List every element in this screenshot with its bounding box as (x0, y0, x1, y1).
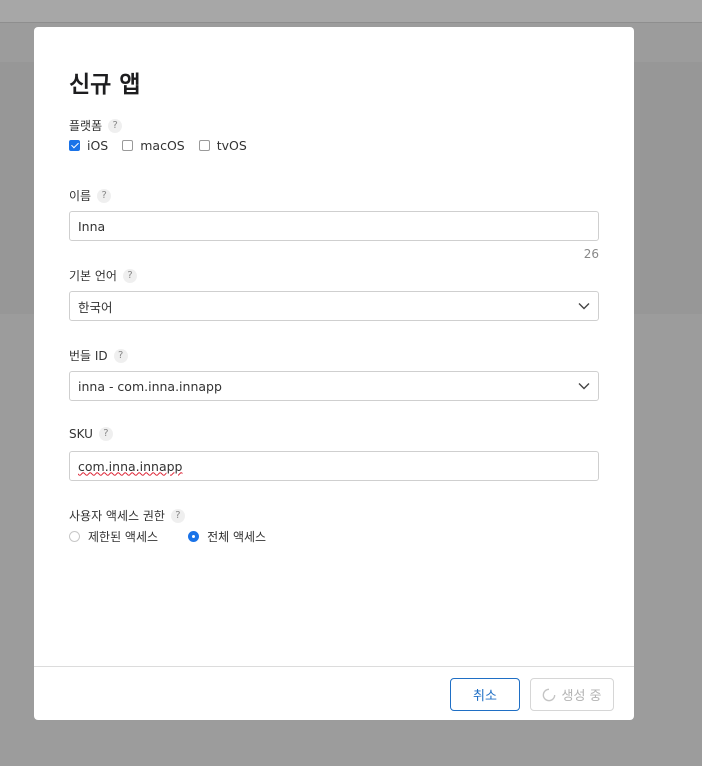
ios-checkbox[interactable] (69, 140, 80, 151)
spinner-icon (543, 688, 556, 701)
access-radio-group: 제한된 액세스 전체 액세스 (69, 528, 296, 545)
cancel-button[interactable]: 취소 (450, 678, 520, 711)
bundle-help-icon[interactable]: ? (113, 348, 128, 363)
access-help-icon[interactable]: ? (170, 508, 185, 523)
bundle-label: 번들 ID (69, 349, 108, 363)
language-select[interactable]: 한국어 (69, 291, 599, 321)
new-app-dialog: 신규 앱 플랫폼 ? iOS macOS tvOS 이름 ? 26 기본 언어 … (34, 27, 634, 720)
platform-help-icon[interactable]: ? (108, 118, 123, 133)
background-toolbar (0, 0, 702, 23)
platform-option-macos[interactable]: macOS (122, 138, 185, 153)
macos-label: macOS (140, 138, 185, 153)
name-label: 이름 (69, 189, 92, 203)
chevron-down-icon (578, 303, 590, 310)
name-label-row: 이름 ? (69, 187, 112, 204)
dialog-title: 신규 앱 (69, 72, 141, 98)
sku-input[interactable]: com.inna.innapp (69, 451, 599, 481)
language-label-row: 기본 언어 ? (69, 267, 137, 284)
create-button: 생성 중 (530, 678, 614, 711)
full-access-radio[interactable] (188, 531, 200, 542)
platform-option-ios[interactable]: iOS (69, 138, 108, 153)
access-label: 사용자 액세스 권한 (69, 509, 165, 523)
tvos-label: tvOS (216, 138, 247, 153)
name-help-icon[interactable]: ? (97, 188, 112, 203)
language-help-icon[interactable]: ? (122, 268, 137, 283)
name-char-counter: 26 (583, 247, 599, 261)
platform-option-tvos[interactable]: tvOS (198, 138, 247, 153)
sku-label-row: SKU ? (69, 427, 113, 441)
tvos-checkbox[interactable] (198, 140, 210, 151)
limited-access-label: 제한된 액세스 (88, 530, 159, 544)
access-option-limited[interactable]: 제한된 액세스 (69, 528, 158, 545)
platform-checkbox-group: iOS macOS tvOS (69, 138, 261, 153)
bundle-selected-value: inna - com.inna.innapp (78, 378, 222, 394)
create-button-label: 생성 중 (561, 689, 602, 704)
limited-access-radio[interactable] (69, 531, 80, 542)
full-access-label: 전체 액세스 (207, 530, 267, 544)
chevron-down-icon (578, 383, 590, 390)
sku-label: SKU (69, 427, 93, 441)
dialog-footer: 취소 생성 중 (34, 666, 634, 720)
name-input[interactable] (69, 211, 599, 241)
language-label: 기본 언어 (69, 269, 117, 283)
sku-help-icon[interactable]: ? (98, 427, 113, 441)
bundle-id-select[interactable]: inna - com.inna.innapp (69, 371, 599, 401)
bundle-label-row: 번들 ID ? (69, 347, 128, 364)
macos-checkbox[interactable] (122, 140, 134, 151)
access-option-full[interactable]: 전체 액세스 (188, 528, 266, 545)
sku-value: com.inna.innapp (78, 458, 183, 474)
language-selected-value: 한국어 (78, 299, 113, 315)
access-label-row: 사용자 액세스 권한 ? (69, 507, 185, 524)
platform-label: 플랫폼 (69, 119, 103, 133)
platform-label-row: 플랫폼 ? (69, 117, 123, 134)
ios-label: iOS (87, 138, 109, 153)
